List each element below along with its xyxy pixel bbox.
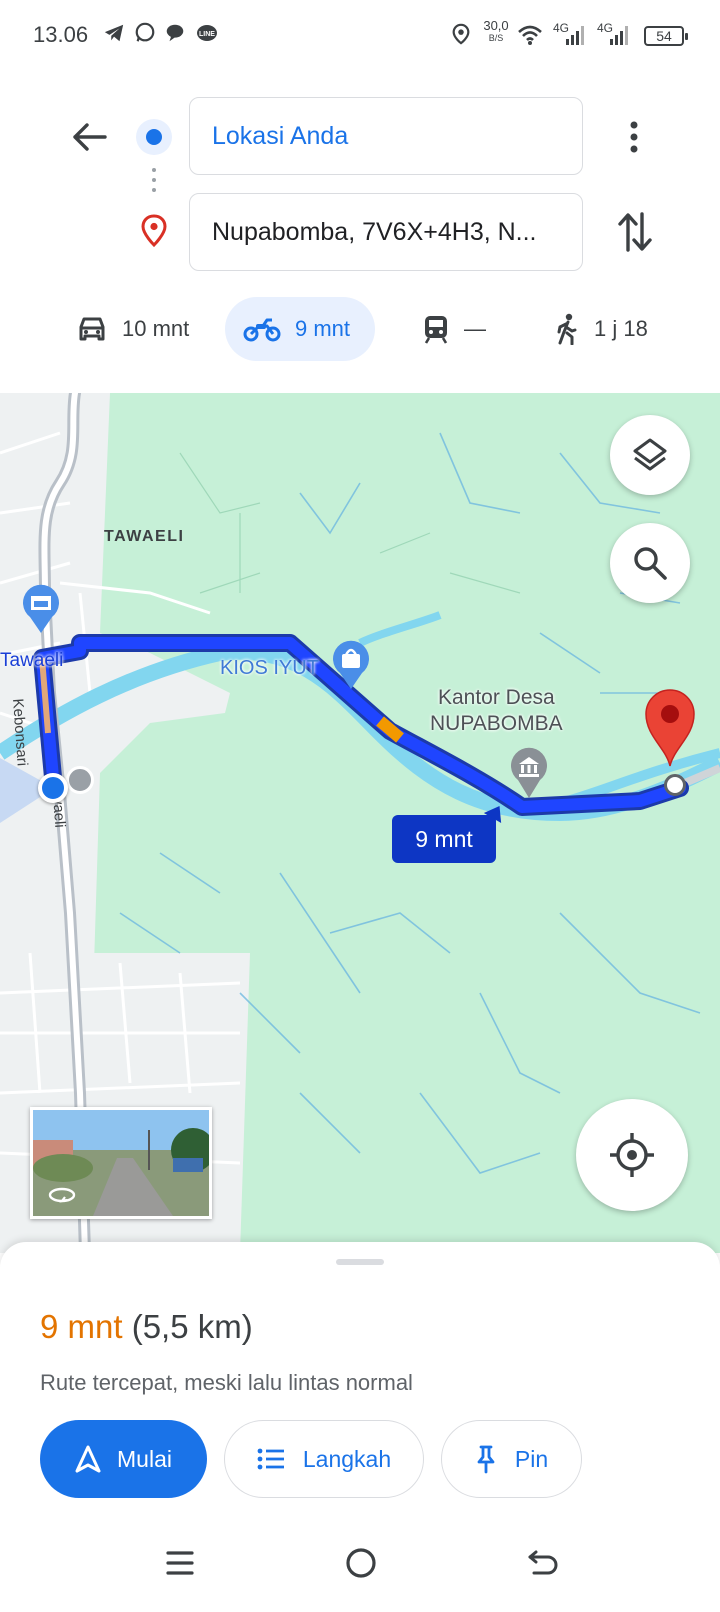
origin-dot-icon (136, 119, 172, 155)
whatsapp-icon (134, 22, 158, 46)
back-button[interactable] (64, 112, 114, 162)
current-location-dot (38, 773, 68, 803)
mode-transit[interactable]: — (408, 297, 522, 361)
more-vert-icon (630, 121, 638, 153)
layers-button[interactable] (610, 415, 690, 495)
shopping-marker-icon[interactable] (330, 639, 372, 696)
svg-text:LINE: LINE (199, 31, 215, 38)
menu-icon (166, 1551, 194, 1575)
map-label-road-west: Tawaeli (0, 650, 64, 671)
destination-field[interactable]: Nupabomba, 7V6X+4H3, N... (189, 193, 583, 271)
street-view-360-icon (47, 1186, 77, 1209)
start-button[interactable]: Mulai (40, 1420, 207, 1498)
more-options-button[interactable] (614, 112, 654, 162)
line-icon: LINE (195, 22, 219, 46)
back-icon (528, 1550, 558, 1575)
mode-walk-label: 1 j 18 (594, 316, 648, 341)
map-label-office: Kantor Desa NUPABOMBA (430, 686, 563, 735)
route-time-badge[interactable]: 9 mnt (392, 815, 496, 863)
status-bar: 13.06 LINE 30,0 B/S 4G 4G 54 (0, 0, 720, 72)
search-button[interactable] (610, 523, 690, 603)
layers-icon (633, 438, 667, 471)
start-gray-marker (66, 766, 94, 794)
origin-field[interactable]: Lokasi Anda (189, 97, 583, 175)
store-marker-icon[interactable] (20, 583, 62, 640)
swap-vert-icon (618, 212, 652, 252)
message-icon (164, 22, 188, 46)
signal-icon-1 (565, 24, 589, 48)
signal-icon-2 (609, 24, 633, 48)
list-icon (257, 1448, 284, 1470)
route-distance: (5,5 km) (131, 1308, 253, 1345)
map-label-area: TAWAELI (104, 528, 185, 545)
wifi-icon (517, 24, 542, 48)
telegram-icon (103, 22, 127, 46)
my-location-icon (610, 1133, 654, 1177)
home-button[interactable] (344, 1546, 378, 1580)
steps-button[interactable]: Langkah (224, 1420, 424, 1498)
map-label-shop: KIOS IYUT (220, 657, 319, 679)
mode-transit-label: — (464, 316, 486, 341)
navigation-icon (75, 1445, 101, 1473)
battery-indicator: 54 (644, 26, 688, 46)
map-view[interactable]: TAWAELI Tawaeli Kebonsari waeli KIOS IYU… (0, 393, 720, 1253)
mode-motorcycle-label: 9 mnt (295, 316, 351, 341)
government-marker-icon[interactable] (508, 746, 550, 805)
route-summary: 9 mnt (5,5 km) (40, 1308, 253, 1346)
destination-dot-icon (664, 774, 686, 796)
route-summary-sheet: 9 mnt (5,5 km) Rute tercepat, meski lalu… (0, 1242, 720, 1612)
motorcycle-icon (243, 318, 281, 342)
drag-handle[interactable] (336, 1259, 384, 1265)
recent-apps-button[interactable] (164, 1547, 196, 1579)
location-icon (450, 22, 474, 46)
mode-car[interactable]: 10 mnt (60, 297, 226, 361)
mode-walk[interactable]: 1 j 18 (540, 297, 684, 361)
destination-marker-icon[interactable] (642, 686, 698, 773)
car-icon (79, 317, 105, 341)
system-back-button[interactable] (526, 1546, 560, 1580)
status-time: 13.06 (33, 22, 89, 47)
pin-button[interactable]: Pin (441, 1420, 582, 1498)
home-circle-icon (346, 1548, 376, 1578)
my-location-button[interactable] (576, 1099, 688, 1211)
route-description: Rute tercepat, meski lalu lintas normal (40, 1370, 413, 1395)
search-icon (634, 547, 667, 580)
mode-car-label: 10 mnt (122, 316, 190, 341)
route-duration: 9 mnt (40, 1308, 123, 1345)
street-view-thumbnail[interactable] (30, 1107, 212, 1219)
train-icon (424, 316, 448, 344)
network-speed: 30,0 B/S (483, 18, 509, 43)
swap-button[interactable] (610, 207, 660, 257)
walk-icon (557, 313, 577, 345)
destination-pin-icon (140, 214, 168, 253)
route-connector-dots (152, 168, 156, 192)
pin-icon (477, 1445, 495, 1474)
mode-motorcycle[interactable]: 9 mnt (225, 297, 375, 361)
arrow-back-icon (73, 123, 107, 151)
